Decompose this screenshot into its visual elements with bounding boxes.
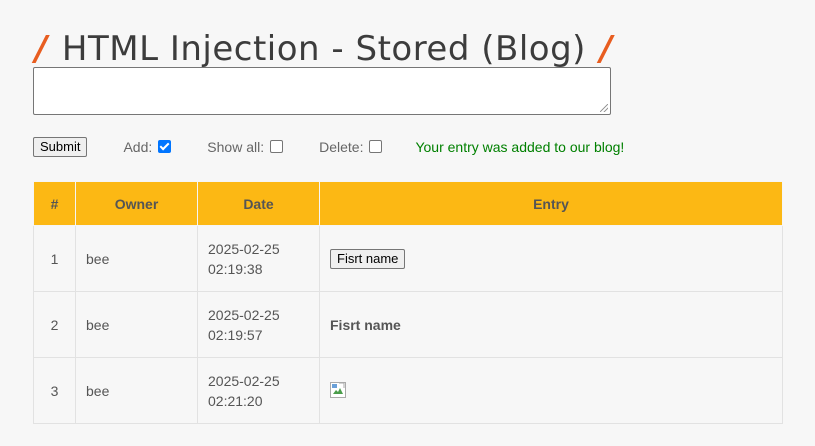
row-date-day: 2025-02-25 bbox=[208, 306, 280, 323]
row-entry: Fisrt name bbox=[319, 291, 783, 358]
row-owner: bee bbox=[75, 357, 198, 424]
broken-image-icon bbox=[330, 382, 346, 398]
column-header-number: # bbox=[33, 181, 76, 226]
column-header-owner: Owner bbox=[75, 181, 198, 226]
row-entry bbox=[319, 357, 783, 424]
table-row: 3 bee 2025-02-25 02:21:20 bbox=[33, 357, 783, 424]
row-date-time: 02:21:20 bbox=[208, 392, 263, 409]
status-message: Your entry was added to our blog! bbox=[415, 139, 625, 155]
add-label: Add: bbox=[123, 139, 153, 155]
blog-table: # Owner Date Entry 1 bee 2025-02-25 02:1… bbox=[33, 181, 783, 424]
row-date-time: 02:19:38 bbox=[208, 260, 263, 277]
row-number: 2 bbox=[33, 291, 76, 358]
row-date-time: 02:19:57 bbox=[208, 326, 263, 343]
row-date: 2025-02-25 02:21:20 bbox=[197, 357, 320, 424]
resize-grip-icon[interactable] bbox=[600, 104, 608, 112]
row-date: 2025-02-25 02:19:38 bbox=[197, 225, 320, 292]
delete-label: Delete: bbox=[319, 139, 364, 155]
injected-button[interactable]: Fisrt name bbox=[330, 249, 406, 269]
row-number: 1 bbox=[33, 225, 76, 292]
form-controls: Submit Add: Show all: Delete: Your entry… bbox=[33, 137, 624, 157]
show-all-checkbox[interactable] bbox=[270, 139, 284, 153]
column-header-entry: Entry bbox=[319, 181, 783, 226]
table-row: 1 bee 2025-02-25 02:19:38 Fisrt name bbox=[33, 225, 783, 292]
row-date-day: 2025-02-25 bbox=[208, 372, 280, 389]
table-row: 2 bee 2025-02-25 02:19:57 Fisrt name bbox=[33, 291, 783, 358]
show-all-label: Show all: bbox=[207, 139, 265, 155]
row-owner: bee bbox=[75, 225, 198, 292]
title-slash-left: / bbox=[35, 28, 48, 69]
row-owner: bee bbox=[75, 291, 198, 358]
column-header-date: Date bbox=[197, 181, 320, 226]
delete-checkbox[interactable] bbox=[369, 139, 383, 153]
injected-bold-text: Fisrt name bbox=[330, 316, 401, 333]
row-date: 2025-02-25 02:19:57 bbox=[197, 291, 320, 358]
title-slash-right: / bbox=[599, 28, 613, 69]
add-checkbox[interactable] bbox=[158, 139, 172, 153]
table-header-row: # Owner Date Entry bbox=[33, 181, 783, 226]
row-number: 3 bbox=[33, 357, 76, 424]
row-date-day: 2025-02-25 bbox=[208, 240, 280, 257]
submit-button[interactable]: Submit bbox=[33, 137, 88, 157]
page: / HTML Injection - Stored (Blog) / Submi… bbox=[0, 0, 815, 446]
row-entry: Fisrt name bbox=[319, 225, 783, 292]
entry-textarea[interactable] bbox=[33, 67, 611, 115]
title-text: HTML Injection - Stored (Blog) bbox=[61, 28, 586, 69]
